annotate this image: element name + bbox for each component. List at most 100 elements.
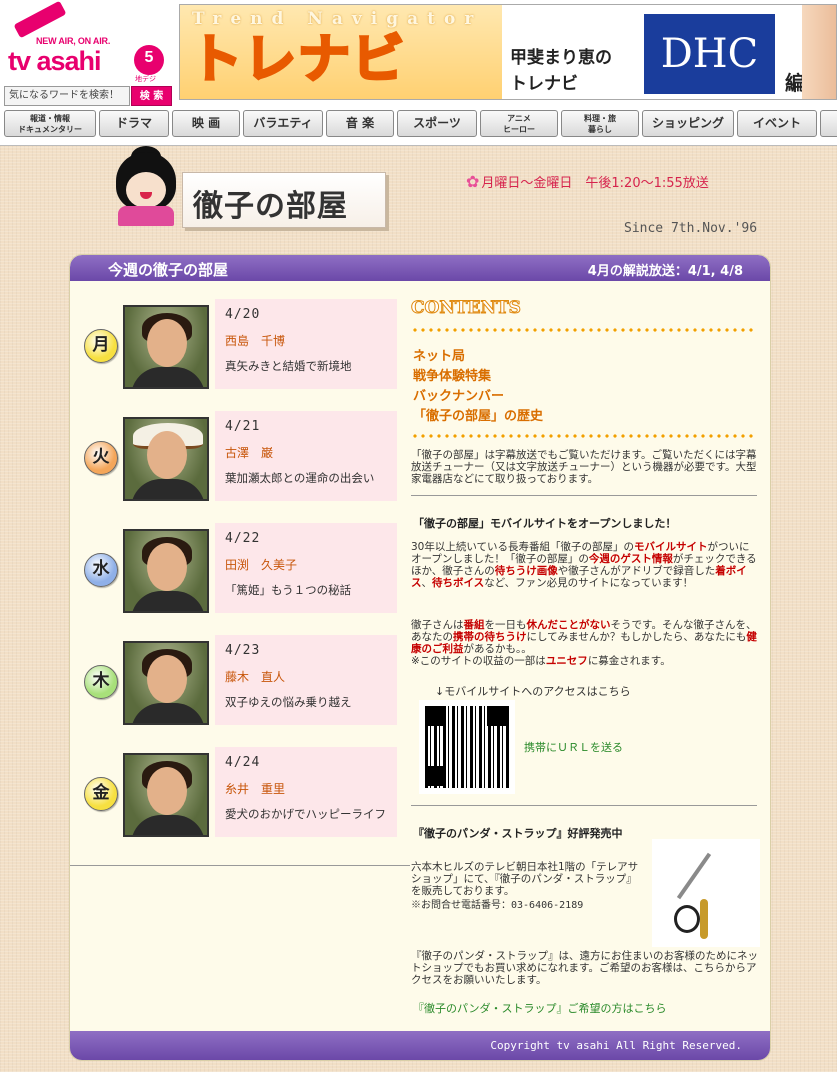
strap-cord: [676, 852, 712, 900]
schedule-text: 月曜日～金曜日 午後1:20～1:55放送: [481, 176, 709, 191]
panda-strap-heading: 『徹子のパンダ・ストラップ』好評発売中: [413, 827, 623, 840]
guest-name[interactable]: 糸井 重里: [225, 780, 285, 797]
trenavi-banner[interactable]: Trend Navigator トレナビ 甲斐まり恵の トレナビ DHC 編: [179, 4, 837, 100]
dotted-divider: [411, 328, 757, 332]
guest-card[interactable]: 4/22 田渕 久美子「篤姫」もう１つの秘話: [215, 523, 397, 613]
logo-slash-mark: [13, 0, 67, 39]
guest-photo[interactable]: [123, 305, 209, 389]
panda-strap-text: 六本木ヒルズのテレビ朝日本社1階の「テレアサショップ」にて、『徹子のパンダ・スト…: [411, 861, 639, 897]
guest-face: [147, 655, 187, 703]
guest-face: [147, 319, 187, 367]
panel-title-bar: 今週の徹子の部屋 4月の解説放送：4/1, 4/8: [70, 255, 770, 281]
panda-strap-order-link[interactable]: 『徹子のパンダ・ストラップ』ご希望の方はこちら: [413, 1000, 667, 1016]
genre-nav: 報道・情報 ドキュメンタリー ドラマ 映 画 バラエティ 音 楽 スポーツ アニ…: [0, 110, 837, 138]
panda-strap-online-text: 『徹子のパンダ・ストラップ』は、遠方にお住まいのお客様のためにネットショップでも…: [411, 950, 759, 986]
banner-person-image: [802, 5, 836, 99]
caption-broadcast-note: 「徹子の部屋」は字幕放送でもご覧いただけます。ご覧いただくには字幕放送チューナー…: [411, 449, 757, 485]
guest-name[interactable]: 藤木 直人: [225, 668, 285, 685]
nav-news[interactable]: 報道・情報 ドキュメンタリー: [4, 110, 96, 137]
broadcast-date: 4/22: [225, 531, 261, 546]
panel-title: 今週の徹子の部屋: [108, 261, 229, 279]
strap-panda-figure: [674, 905, 700, 933]
guest-name[interactable]: 西島 千博: [225, 332, 285, 349]
nav-anime[interactable]: アニメ ヒーロー: [480, 110, 558, 137]
tv-asahi-logo[interactable]: NEW AIR, ON AIR. tv asahi 5 地デジ: [6, 0, 171, 83]
guest-photo[interactable]: [123, 641, 209, 725]
day-badge: 月: [84, 329, 118, 363]
guest-photo[interactable]: [123, 417, 209, 501]
divider: [411, 495, 757, 496]
day-badge: 木: [84, 665, 118, 699]
day-badge: 水: [84, 553, 118, 587]
panel-footer-bar: Copyright tv asahi All Right Reserved.: [70, 1031, 770, 1060]
divider: [70, 865, 410, 866]
audio-description-dates: 4月の解説放送：4/1, 4/8: [587, 264, 743, 279]
nav-sports[interactable]: スポーツ: [397, 110, 477, 137]
day-badge: 火: [84, 441, 118, 475]
logo-name: tv asahi: [8, 46, 102, 76]
nav-music[interactable]: 音 楽: [326, 110, 394, 137]
nav-cooking[interactable]: 料理・旅 暮らし: [561, 110, 639, 137]
tetsuko-mascot-illustration: [112, 146, 182, 228]
logo-tagline: NEW AIR, ON AIR.: [36, 36, 111, 46]
episode-topic: 「篤姫」もう１つの秘話: [225, 583, 352, 597]
panda-strap-photo: [652, 839, 760, 947]
guest-card[interactable]: 4/20 西島 千博 真矢みきと結婚で新境地: [215, 299, 397, 389]
dhc-logo: DHC: [644, 14, 775, 94]
guest-name[interactable]: 田渕 久美子: [225, 556, 297, 573]
link-back-number[interactable]: バックナンバー: [413, 385, 504, 404]
broadcast-schedule: ✿ 月曜日～金曜日 午後1:20～1:55放送: [466, 172, 709, 191]
nav-more[interactable]: [820, 110, 837, 137]
mascot-body: [118, 206, 174, 226]
nav-drama[interactable]: ドラマ: [99, 110, 169, 137]
guest-card[interactable]: 4/23 藤木 直人 双子ゆえの悩み乗り越え: [215, 635, 397, 725]
site-header: NEW AIR, ON AIR. tv asahi 5 地デジ 気になるワードを…: [0, 0, 837, 146]
banner-tagline: Trend Navigator: [192, 9, 483, 29]
guest-photo[interactable]: [123, 529, 209, 613]
channel-badge-sub: 地デジ: [135, 75, 156, 83]
broadcast-date: 4/20: [225, 307, 261, 322]
banner-caption: 甲斐まり恵の トレナビ: [510, 48, 612, 94]
strap-bamboo: [700, 899, 708, 939]
mobile-site-paragraph-1: 30年以上続いている長寿番組「徹子の部屋」のモバイルサイトがついにオープンしまし…: [411, 541, 757, 589]
link-network-stations[interactable]: ネット局: [413, 345, 465, 364]
mobile-site-heading: 「徹子の部屋」モバイルサイトをオープンしました！: [413, 517, 677, 530]
search-button[interactable]: 検 索: [131, 86, 172, 106]
divider: [411, 805, 757, 806]
send-url-link[interactable]: 携帯にＵＲＬを送る: [524, 739, 623, 755]
site-search: 気になるワードを検索！ 検 索: [4, 86, 172, 106]
search-input[interactable]: 気になるワードを検索！: [4, 86, 130, 106]
dotted-divider: [411, 434, 757, 438]
banner-title: トレナビ: [188, 29, 407, 92]
nav-movie[interactable]: 映 画: [172, 110, 240, 137]
guest-name[interactable]: 古澤 巌: [225, 444, 273, 461]
link-war-experience[interactable]: 戦争体験特集: [413, 365, 491, 384]
program-title: 徹子の部屋: [193, 189, 348, 224]
qr-code: [419, 700, 515, 794]
flower-icon: ✿: [466, 172, 480, 191]
guest-card[interactable]: 4/21 古澤 巌葉加瀬太郎との運命の出会い: [215, 411, 397, 501]
qr-code-pattern: [425, 706, 509, 788]
channel-badge: 5: [134, 45, 164, 75]
since-date: Since 7th.Nov.'96: [624, 221, 758, 236]
guest-photo[interactable]: [123, 753, 209, 837]
nav-event[interactable]: イベント: [737, 110, 817, 137]
guest-face: [147, 543, 187, 591]
guest-card[interactable]: 4/24 糸井 重里 愛犬のおかげでハッピーライフ: [215, 747, 397, 837]
mobile-site-paragraph-2: 徹子さんは番組を一日も休んだことがないそうです。そんな徹子さんを、あなたの携帯の…: [411, 619, 757, 667]
nav-variety[interactable]: バラエティ: [243, 110, 323, 137]
guest-face: [147, 767, 187, 815]
mascot-face: [126, 172, 166, 208]
contents-heading: CONTENTS: [411, 298, 522, 319]
guest-face: [147, 431, 187, 479]
program-title-plate: 徹子の部屋: [182, 172, 386, 228]
nav-shopping[interactable]: ショッピング: [642, 110, 734, 137]
day-badge: 金: [84, 777, 118, 811]
broadcast-date: 4/24: [225, 755, 261, 770]
episode-topic: 双子ゆえの悩み乗り越え: [225, 695, 352, 709]
episode-topic: 葉加瀬太郎との運命の出会い: [225, 471, 375, 485]
broadcast-date: 4/21: [225, 419, 261, 434]
link-history[interactable]: 「徹子の部屋」の歴史: [413, 405, 543, 424]
copyright: Copyright tv asahi All Right Reserved.: [490, 1039, 742, 1052]
panda-strap-phone: ※お問合せ電話番号：03-6406-2189: [411, 900, 584, 911]
